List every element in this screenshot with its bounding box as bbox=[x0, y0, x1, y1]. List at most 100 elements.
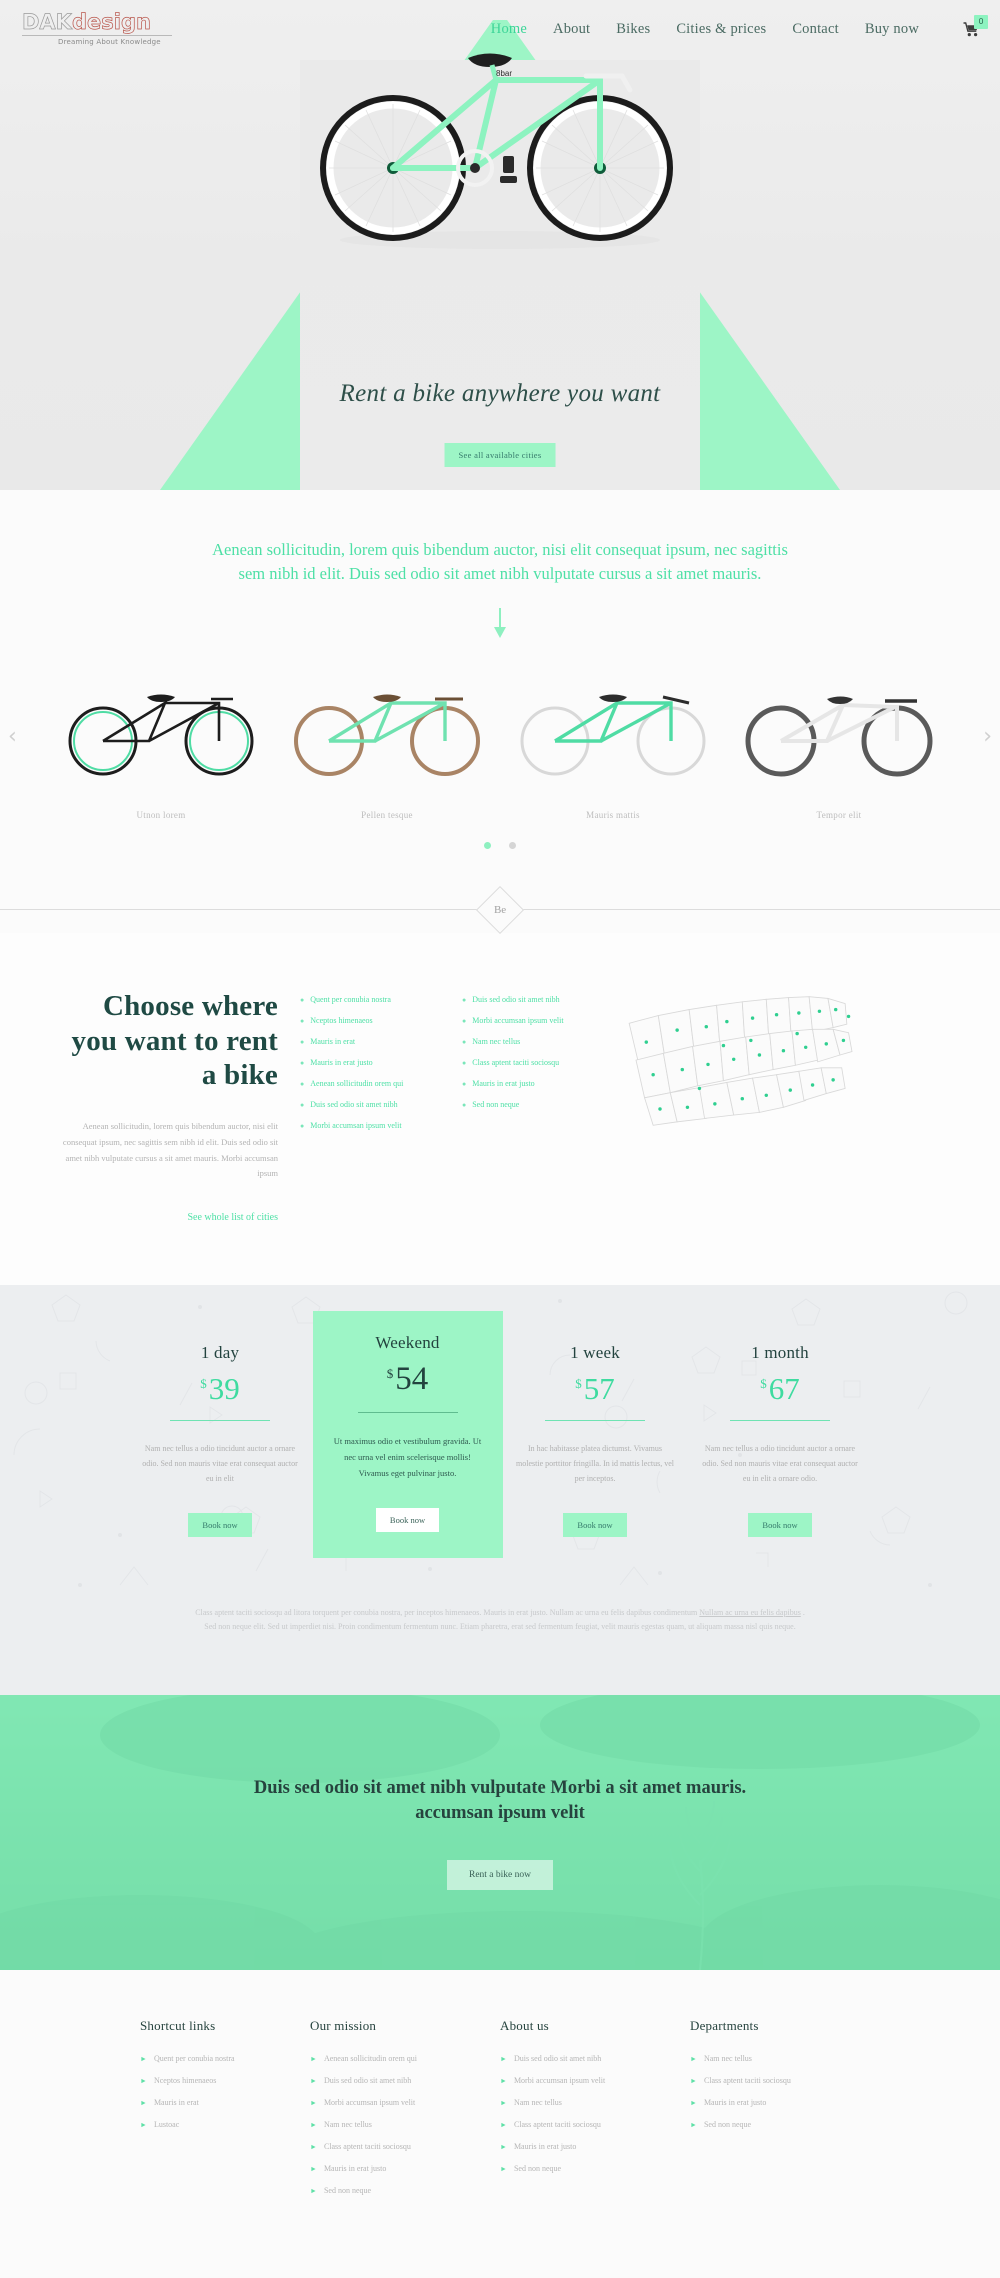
city-list-item[interactable]: ● Morbi accumsan ipsum velit bbox=[462, 1016, 602, 1025]
price-amount: $ 39 bbox=[140, 1373, 301, 1404]
footer-link[interactable]: ► Mauris in erat justo bbox=[310, 2164, 480, 2173]
city-list-item[interactable]: ● Sed non neque bbox=[462, 1100, 602, 1109]
footer-link[interactable]: ► Mauris in erat justo bbox=[500, 2142, 670, 2151]
footer-link[interactable]: ► Class aptent taciti sociosqu bbox=[500, 2120, 670, 2129]
divider-line-left bbox=[0, 909, 480, 911]
intro-lead-text: Aenean sollicitudin, lorem quis bibendum… bbox=[212, 540, 788, 583]
footer-link[interactable]: ► Nam nec tellus bbox=[500, 2098, 670, 2107]
footer-link[interactable]: ► Sed non neque bbox=[310, 2186, 480, 2195]
city-list-item[interactable]: ● Class aptent taciti sociosqu bbox=[462, 1058, 602, 1067]
triangle-right-icon: ► bbox=[140, 2077, 147, 2086]
chevron-right-icon[interactable]: › bbox=[983, 725, 992, 748]
price-divider bbox=[170, 1420, 270, 1422]
cities-column-2: ● Duis sed odio sit amet nibh ● Morbi accu… bbox=[462, 995, 602, 1142]
footer-link[interactable]: ► Duis sed odio sit amet nibh bbox=[310, 2076, 480, 2085]
cities-section: Choose where you want to rent a bike Aen… bbox=[0, 932, 1000, 1286]
bullet-icon: ● bbox=[462, 995, 467, 1004]
carousel-dot-2[interactable] bbox=[509, 841, 516, 849]
bullet-icon: ● bbox=[300, 1037, 305, 1046]
nav-item-about[interactable]: About bbox=[553, 21, 590, 38]
footer-link[interactable]: ► Class aptent taciti sociosqu bbox=[690, 2076, 860, 2085]
footer-link[interactable]: ► Class aptent taciti sociosqu bbox=[310, 2142, 480, 2151]
nav-item-home[interactable]: Home bbox=[491, 21, 527, 38]
fine-print-link[interactable]: Nullam ac urna eu felis dapibus bbox=[699, 1608, 801, 1617]
book-now-button[interactable]: Book now bbox=[563, 1512, 627, 1537]
footer-link[interactable]: ► Nam nec tellus bbox=[310, 2120, 480, 2129]
cta-title: Duis sed odio sit amet nibh vulputate Mo… bbox=[253, 1777, 747, 1823]
city-list-item[interactable]: ● Mauris in erat justo bbox=[462, 1079, 602, 1088]
city-label: Quent per conubia nostra bbox=[310, 994, 391, 1004]
footer-link-label: Lustoac bbox=[153, 2120, 180, 2130]
logo-underline bbox=[22, 35, 172, 36]
city-list-item[interactable]: ● Quent per conubia nostra bbox=[300, 995, 440, 1004]
carousel-item[interactable]: Mauris mattis bbox=[508, 672, 718, 820]
city-list-item[interactable]: ● Duis sed odio sit amet nibh bbox=[462, 995, 602, 1004]
price-divider bbox=[545, 1420, 645, 1422]
city-label: Mauris in erat justo bbox=[472, 1078, 535, 1088]
bike-thumbnail-2 bbox=[282, 672, 492, 782]
footer-link[interactable]: ► Morbi accumsan ipsum velit bbox=[500, 2076, 670, 2085]
book-now-button[interactable]: Book now bbox=[748, 1512, 812, 1537]
triangle-right-icon: ► bbox=[500, 2077, 507, 2086]
nav-item-contact[interactable]: Contact bbox=[792, 21, 839, 38]
see-all-cities-button[interactable]: See all available cities bbox=[444, 443, 556, 467]
carousel-item[interactable]: Tempor elit bbox=[734, 672, 944, 820]
carousel-dot-1[interactable] bbox=[484, 841, 491, 849]
nav-item-bikes[interactable]: Bikes bbox=[616, 21, 650, 38]
footer-link[interactable]: ► Quent per conubia nostra bbox=[140, 2054, 290, 2063]
bullet-icon: ● bbox=[300, 1058, 305, 1067]
footer-link[interactable]: ► Lustoac bbox=[140, 2120, 290, 2129]
book-now-button[interactable]: Book now bbox=[188, 1512, 252, 1537]
city-list-item[interactable]: ● Duis sed odio sit amet nibh bbox=[300, 1100, 440, 1109]
city-list-item[interactable]: ● Aenean sollicitudin orem qui bbox=[300, 1079, 440, 1088]
city-list-item[interactable]: ● Morbi accumsan ipsum velit bbox=[300, 1121, 440, 1130]
divider-line-right bbox=[520, 909, 1000, 911]
price-currency: $ bbox=[386, 1366, 394, 1382]
triangle-right-icon: ► bbox=[310, 2099, 317, 2108]
footer-link[interactable]: ► Sed non neque bbox=[500, 2164, 670, 2173]
price-plan-title: 1 month bbox=[751, 1343, 809, 1363]
nav-item-cities-prices[interactable]: Cities & prices bbox=[676, 21, 766, 38]
footer-link[interactable]: ► Morbi accumsan ipsum velit bbox=[310, 2098, 480, 2107]
city-label: Morbi accumsan ipsum velit bbox=[310, 1120, 402, 1130]
logo-text-dak: DAK bbox=[22, 10, 73, 34]
triangle-right-icon: ► bbox=[500, 2099, 507, 2108]
price-card-1-week: 1 week $ 57 In hac habitasse platea dict… bbox=[503, 1333, 688, 1537]
footer-link[interactable]: ► Aenean sollicitudin orem qui bbox=[310, 2054, 480, 2063]
footer-link-label: Sed non neque bbox=[323, 2186, 372, 2196]
footer-link[interactable]: ► Sed non neque bbox=[690, 2120, 860, 2129]
cart-button[interactable]: 0 bbox=[963, 14, 988, 37]
logo-wordmark: DAKdesign bbox=[22, 10, 152, 34]
price-card-1-day: 1 day $ 39 Nam nec tellus a odio tincidu… bbox=[128, 1333, 313, 1537]
pricing-fine-print: Class aptent taciti sociosqu ad litora t… bbox=[190, 1606, 810, 1636]
footer-link[interactable]: ► Duis sed odio sit amet nibh bbox=[500, 2054, 670, 2063]
chevron-left-icon[interactable]: ‹ bbox=[8, 725, 17, 748]
footer-link[interactable]: ► Nam nec tellus bbox=[690, 2054, 860, 2063]
footer-link[interactable]: ► Mauris in erat justo bbox=[690, 2098, 860, 2107]
book-now-button[interactable]: Book now bbox=[375, 1507, 440, 1532]
carousel-item[interactable]: Pellen tesque bbox=[282, 672, 492, 820]
city-list-item[interactable]: ● Mauris in erat justo bbox=[300, 1058, 440, 1067]
triangle-right-icon: ► bbox=[690, 2121, 697, 2130]
triangle-right-icon: ► bbox=[500, 2121, 507, 2130]
see-whole-list-link[interactable]: See whole list of cities bbox=[187, 1212, 278, 1223]
triangle-right-icon: ► bbox=[310, 2165, 317, 2174]
footer-link[interactable]: ► Nceptos himenaeos bbox=[140, 2076, 290, 2085]
footer-link-label: Class aptent taciti sociosqu bbox=[513, 2120, 601, 2130]
bullet-icon: ● bbox=[462, 1079, 467, 1088]
carousel-item[interactable]: Utnon lorem bbox=[56, 672, 266, 820]
nav-item-buy-now[interactable]: Buy now bbox=[865, 21, 919, 38]
city-list-item[interactable]: ● Mauris in erat bbox=[300, 1037, 440, 1046]
footer-heading: Departments bbox=[690, 2018, 759, 2034]
bullet-icon: ● bbox=[300, 1121, 305, 1130]
rent-a-bike-now-button[interactable]: Rent a bike now bbox=[446, 1859, 553, 1890]
city-list-item[interactable]: ● Nceptos himenaeos bbox=[300, 1016, 440, 1025]
site-logo[interactable]: DAKdesign Dreaming About Knowledge bbox=[22, 10, 202, 46]
footer-link[interactable]: ► Mauris in erat bbox=[140, 2098, 290, 2107]
city-list-item[interactable]: ● Nam nec tellus bbox=[462, 1037, 602, 1046]
price-description: Nam nec tellus a odio tincidunt auctor a… bbox=[142, 1444, 298, 1484]
carousel-pagination-dots bbox=[0, 819, 1000, 887]
bullet-icon: ● bbox=[462, 1037, 467, 1046]
price-value: 54 bbox=[395, 1361, 429, 1398]
landing-page: DAKdesign Dreaming About Knowledge Home … bbox=[0, 0, 1000, 2278]
